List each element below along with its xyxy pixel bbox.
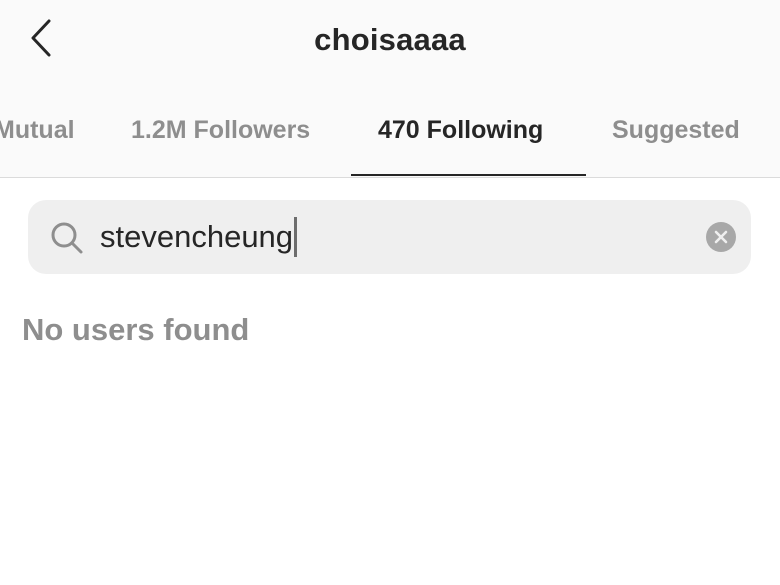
app-screen: choisaaaa Mutual 1.2M Followers 470 Foll… (0, 0, 780, 585)
tab-following[interactable]: 470 Following (378, 116, 543, 145)
text-caret (294, 217, 298, 257)
tab-followers[interactable]: 1.2M Followers (131, 116, 310, 145)
page-title: choisaaaa (314, 22, 466, 57)
active-tab-indicator (351, 174, 586, 176)
tab-mutual[interactable]: Mutual (0, 116, 75, 145)
tab-suggested[interactable]: Suggested (612, 116, 740, 145)
search-bar[interactable]: stevencheung (28, 200, 751, 274)
search-input-value: stevencheung (100, 219, 294, 254)
header-bar: choisaaaa (0, 0, 780, 82)
search-input[interactable]: stevencheung (100, 214, 298, 260)
clear-search-button[interactable] (706, 222, 736, 252)
tab-bar: Mutual 1.2M Followers 470 Following Sugg… (0, 82, 780, 178)
clear-icon (714, 230, 728, 244)
empty-results-message: No users found (22, 312, 250, 347)
search-icon (51, 222, 83, 254)
